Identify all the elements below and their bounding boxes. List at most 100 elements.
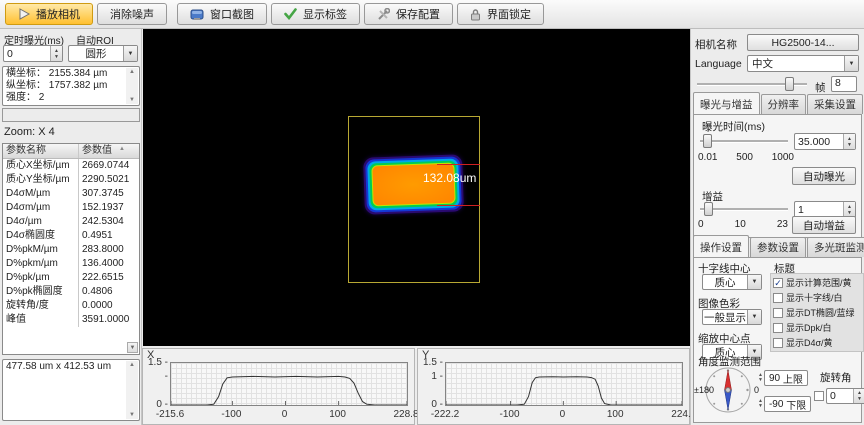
exposure-slider[interactable] <box>700 133 788 149</box>
x-tick-label: -215.6 <box>156 409 184 420</box>
param-value-header[interactable]: 参数值 <box>79 144 139 158</box>
chevron-down-icon[interactable]: ▼ <box>747 310 761 324</box>
table-row[interactable]: D4σm/µm152.1937 <box>3 201 139 215</box>
tab-operation-settings[interactable]: 操作设置 <box>693 235 749 257</box>
auto-roi-select[interactable]: 圆形 ▼ <box>68 45 138 62</box>
x-tick-label: 224. <box>671 409 690 420</box>
x-plot-x-axis-labels: -215.6-1000100228.8 <box>170 409 408 422</box>
chevron-down-icon[interactable]: ▼ <box>844 56 858 71</box>
table-row[interactable]: D4σM/µm307.3745 <box>3 187 139 201</box>
view-size-scrollbar[interactable]: ▲▼ <box>126 361 138 419</box>
auto-exposure-button[interactable]: 自动曝光 <box>792 167 856 185</box>
table-scroll-down-button[interactable]: ▼ <box>127 342 138 353</box>
slider-handle[interactable] <box>703 134 712 148</box>
exposure-value: 35.000 <box>795 136 843 148</box>
param-name-header[interactable]: 参数名称 <box>3 144 79 158</box>
rotation-angle-input[interactable]: 0 ▲▼ <box>826 388 864 404</box>
slider-handle[interactable] <box>704 202 713 216</box>
overlay-checkbox-item[interactable]: 显示DT椭圆/蓝绿 <box>773 305 861 320</box>
cursor-info-scrollbar[interactable]: ▲▼ <box>126 68 138 104</box>
checkbox[interactable] <box>773 338 783 348</box>
spinner-arrows-icon[interactable]: ▲▼ <box>758 373 763 383</box>
tab-exposure-gain[interactable]: 曝光与增益 <box>693 92 760 114</box>
image-color-select[interactable]: 一般显示 ▼ <box>702 309 762 325</box>
spinner-arrows-icon[interactable]: ▲▼ <box>758 399 763 409</box>
beam-image-view[interactable]: 132.08um <box>143 29 690 346</box>
overlay-checkbox-item[interactable]: 显示D4σ/黄 <box>773 335 861 350</box>
rotation-angle-control: 0 ▲▼ <box>814 388 864 404</box>
timed-exposure-input[interactable]: 0 ▲▼ <box>3 45 63 62</box>
lower-limit-spinner[interactable]: ▲▼ -90 下限 <box>758 396 811 412</box>
frames-label: 帧 <box>815 80 826 95</box>
auto-gain-button[interactable]: 自动增益 <box>792 216 856 234</box>
checkbox[interactable] <box>773 293 783 303</box>
y-tick-label: 1.5 - <box>419 357 443 368</box>
tab-resolution[interactable]: 分辨率 <box>761 94 807 114</box>
chevron-down-icon[interactable]: ▼ <box>123 46 137 61</box>
tab-capture-settings[interactable]: 采集设置 <box>807 94 863 114</box>
frames-slider[interactable] <box>697 76 807 92</box>
view-size-box[interactable]: 477.58 um x 412.53 um ▲▼ <box>2 359 140 421</box>
angle-compass[interactable]: ±180 0 <box>704 366 752 417</box>
table-row[interactable]: D%pk椭圆度0.4806 <box>3 285 139 299</box>
overlay-checkbox-item[interactable]: 显示十字线/白 <box>773 290 861 305</box>
window-screenshot-button[interactable]: 窗口截图 <box>177 3 267 25</box>
lock-ui-button[interactable]: 界面锁定 <box>457 3 544 25</box>
table-row[interactable]: D%pkM/µm283.8000 <box>3 243 139 257</box>
cursor-intensity-line: 强度： 2 <box>6 92 136 104</box>
remove-noise-button[interactable]: 消除噪声 <box>97 3 167 25</box>
camera-name-label: 相机名称 <box>695 37 737 52</box>
table-row[interactable]: 质心X坐标/µm2669.0744 <box>3 159 139 173</box>
show-labels-button[interactable]: 显示标签 <box>271 3 360 25</box>
scroll-down-icon[interactable]: ▼ <box>129 97 135 103</box>
param-value-cell: 0.4806 <box>79 285 139 299</box>
table-row[interactable]: D4σ/µm242.5304 <box>3 215 139 229</box>
y-plot-y-axis-labels: 1.5 -1 -0 - <box>418 362 443 406</box>
exposure-value-input[interactable]: 35.000 ▲▼ <box>794 133 856 150</box>
checkbox-label: 显示D4σ/黄 <box>786 336 833 349</box>
frames-value-box[interactable]: 8 <box>831 76 857 92</box>
spinner-arrows-icon[interactable]: ▲▼ <box>843 202 855 217</box>
play-camera-button[interactable]: 播放相机 <box>5 3 93 25</box>
gain-slider[interactable] <box>700 201 788 217</box>
upper-limit-spinner[interactable]: ▲▼ 90 上限 <box>758 370 808 386</box>
table-row[interactable]: D4σ椭圆度0.4951 <box>3 229 139 243</box>
param-name-cell: D%pkM/µm <box>3 243 79 257</box>
param-name-cell: D%pk椭圆度 <box>3 285 79 299</box>
crosshair-center-select[interactable]: 质心 ▼ <box>702 274 762 290</box>
overlay-checkbox-item[interactable]: ✓显示计算范围/黄 <box>773 275 861 290</box>
scroll-down-icon[interactable]: ▼ <box>129 412 135 418</box>
table-row[interactable]: 峰值3591.0000 <box>3 313 139 327</box>
slider-handle[interactable] <box>785 77 794 91</box>
camera-name-button[interactable]: HG2500-14... <box>747 34 859 51</box>
save-config-button[interactable]: 保存配置 <box>364 3 453 25</box>
checkbox[interactable] <box>773 308 783 318</box>
checkbox[interactable] <box>773 323 783 333</box>
checkbox[interactable]: ✓ <box>773 278 783 288</box>
scroll-up-icon[interactable]: ▲ <box>129 69 135 75</box>
spinner-arrows-icon[interactable]: ▲▼ <box>853 389 864 403</box>
param-table-body: 质心X坐标/µm2669.0744质心Y坐标/µm2290.5021D4σM/µ… <box>3 159 139 327</box>
table-row[interactable]: 旋转角/度0.0000 <box>3 299 139 313</box>
param-value-cell: 152.1937 <box>79 201 139 215</box>
param-name-cell: D4σm/µm <box>3 201 79 215</box>
scroll-up-icon[interactable]: ▲ <box>129 362 135 368</box>
spinner-arrows-icon[interactable]: ▲▼ <box>50 46 62 61</box>
spinner-arrows-icon[interactable]: ▲▼ <box>843 134 855 149</box>
x-profile-plot: X 1.5 --0 - -215.6-1000100228.8 <box>142 348 415 425</box>
tab-parameter-settings[interactable]: 参数设置 <box>750 237 806 257</box>
overlay-checkbox-item[interactable]: 显示Dpk/白 <box>773 320 861 335</box>
cursor-x-line: 横坐标： 2155.384 µm <box>6 68 136 80</box>
table-row[interactable]: D%pk/µm222.6515 <box>3 271 139 285</box>
param-name-cell: D4σ/µm <box>3 215 79 229</box>
tools-icon <box>377 8 390 21</box>
param-value-cell: 307.3745 <box>79 187 139 201</box>
param-value-cell: 222.6515 <box>79 271 139 285</box>
tab-multispot-monitor[interactable]: 多光斑监测 <box>807 237 864 257</box>
table-row[interactable]: D%pkm/µm136.4000 <box>3 257 139 271</box>
chevron-down-icon[interactable]: ▼ <box>747 275 761 289</box>
language-select[interactable]: 中文 ▼ <box>747 55 859 72</box>
table-row[interactable]: 质心Y坐标/µm2290.5021 <box>3 173 139 187</box>
rotation-angle-checkbox[interactable] <box>814 391 824 401</box>
cursor-info-box[interactable]: 横坐标： 2155.384 µm 纵坐标： 1757.382 µm 强度： 2 … <box>2 66 140 106</box>
